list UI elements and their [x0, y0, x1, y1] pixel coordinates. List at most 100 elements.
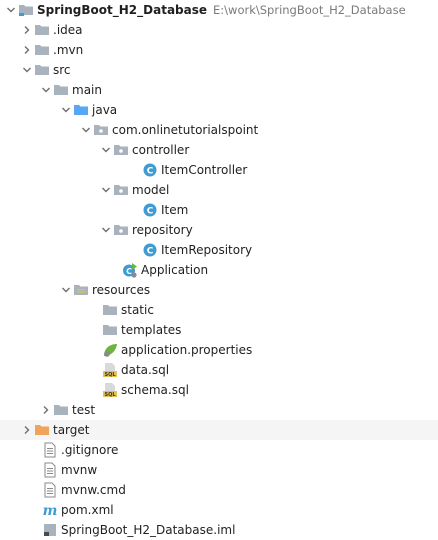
- tree-item-label: pom.xml: [61, 503, 114, 517]
- tree-item-label: ItemController: [161, 163, 248, 177]
- tree-row-templates[interactable]: templates: [0, 320, 438, 340]
- folder-icon: [102, 322, 118, 338]
- tree-row-application-properties[interactable]: application.properties: [0, 340, 438, 360]
- svg-text:C: C: [147, 247, 154, 257]
- tree-item-label: java: [92, 103, 118, 117]
- tree-row-main[interactable]: main: [0, 80, 438, 100]
- java-class-icon: C: [142, 162, 158, 178]
- tree-item-label: schema.sql: [121, 383, 189, 397]
- tree-row-target[interactable]: target: [0, 420, 438, 440]
- folder-icon: [53, 82, 69, 98]
- chevron-down-icon[interactable]: [99, 140, 113, 160]
- tree-item-label: Application: [141, 263, 209, 277]
- tree-item-label: application.properties: [121, 343, 253, 357]
- maven-icon: m: [42, 502, 58, 518]
- project-folder-icon: [18, 2, 34, 18]
- source-folder-icon: [73, 102, 89, 118]
- folder-icon: [34, 42, 50, 58]
- tree-row-java[interactable]: java: [0, 100, 438, 120]
- tree-item-label: mvnw.cmd: [61, 483, 126, 497]
- chevron-down-icon[interactable]: [4, 0, 18, 20]
- project-tree: SpringBoot_H2_Database E:\work\SpringBoo…: [0, 0, 438, 539]
- chevron-down-icon[interactable]: [79, 120, 93, 140]
- chevron-down-icon[interactable]: [20, 60, 34, 80]
- tree-item-label: ItemRepository: [161, 243, 253, 257]
- tree-row-itemcontroller[interactable]: C ItemController: [0, 160, 438, 180]
- text-file-icon: [42, 482, 58, 498]
- tree-item-label: repository: [132, 223, 193, 237]
- tree-item-label: com.onlinetutorialspoint: [112, 123, 259, 137]
- tree-item-label: mvnw: [61, 463, 98, 477]
- tree-row-iml[interactable]: SpringBoot_H2_Database.iml: [0, 520, 438, 540]
- tree-row-gitignore[interactable]: .gitignore: [0, 440, 438, 460]
- chevron-down-icon[interactable]: [59, 280, 73, 300]
- tree-row-controller[interactable]: controller: [0, 140, 438, 160]
- tree-row-src[interactable]: src: [0, 60, 438, 80]
- svg-text:C: C: [147, 207, 154, 217]
- svg-text:SQL: SQL: [104, 392, 116, 398]
- chevron-right-icon[interactable]: [39, 400, 53, 420]
- tree-item-label: target: [53, 423, 90, 437]
- tree-row-test[interactable]: test: [0, 400, 438, 420]
- tree-row-resources[interactable]: resources: [0, 280, 438, 300]
- chevron-right-icon[interactable]: [20, 420, 34, 440]
- chevron-down-icon[interactable]: [99, 180, 113, 200]
- tree-item-label: test: [72, 403, 96, 417]
- tree-item-label: .mvn: [53, 43, 84, 57]
- tree-row-model[interactable]: model: [0, 180, 438, 200]
- svg-text:C: C: [147, 167, 154, 177]
- tree-row-mvnw[interactable]: mvnw: [0, 460, 438, 480]
- chevron-right-icon[interactable]: [20, 20, 34, 40]
- sql-file-icon: SQL: [102, 382, 118, 398]
- sql-file-icon: SQL: [102, 362, 118, 378]
- chevron-right-icon[interactable]: [20, 40, 34, 60]
- folder-icon: [102, 302, 118, 318]
- tree-row-mvnw-cmd[interactable]: mvnw.cmd: [0, 480, 438, 500]
- tree-row-root[interactable]: SpringBoot_H2_Database E:\work\SpringBoo…: [0, 0, 438, 20]
- java-class-icon: C: [142, 202, 158, 218]
- tree-item-label: src: [53, 63, 71, 77]
- java-class-icon: C: [142, 242, 158, 258]
- chevron-down-icon[interactable]: [99, 220, 113, 240]
- tree-row-repository[interactable]: repository: [0, 220, 438, 240]
- root-project-path: E:\work\SpringBoot_H2_Database: [213, 3, 406, 17]
- tree-row-pom-xml[interactable]: m pom.xml: [0, 500, 438, 520]
- text-file-icon: [42, 442, 58, 458]
- tree-row-mvn[interactable]: .mvn: [0, 40, 438, 60]
- package-icon: [113, 182, 129, 198]
- root-project-name: SpringBoot_H2_Database: [37, 3, 208, 17]
- tree-item-label: templates: [121, 323, 182, 337]
- tree-item-label: data.sql: [121, 363, 170, 377]
- tree-row-package-root[interactable]: com.onlinetutorialspoint: [0, 120, 438, 140]
- tree-item-label: main: [72, 83, 102, 97]
- spring-boot-app-icon: C: [122, 262, 138, 278]
- svg-text:m: m: [43, 503, 58, 518]
- tree-row-data-sql[interactable]: SQL data.sql: [0, 360, 438, 380]
- package-icon: [113, 142, 129, 158]
- package-icon: [93, 122, 109, 138]
- tree-row-item[interactable]: C Item: [0, 200, 438, 220]
- tree-row-itemrepository[interactable]: C ItemRepository: [0, 240, 438, 260]
- folder-icon: [34, 62, 50, 78]
- excluded-folder-icon: [34, 422, 50, 438]
- svg-text:C: C: [126, 267, 132, 276]
- text-file-icon: [42, 462, 58, 478]
- chevron-down-icon[interactable]: [39, 80, 53, 100]
- tree-item-label: controller: [132, 143, 190, 157]
- tree-item-label: SpringBoot_H2_Database.iml: [61, 523, 236, 537]
- tree-item-label: .idea: [53, 23, 83, 37]
- tree-row-static[interactable]: static: [0, 300, 438, 320]
- resources-folder-icon: [73, 282, 89, 298]
- chevron-down-icon[interactable]: [59, 100, 73, 120]
- tree-item-label: model: [132, 183, 170, 197]
- svg-text:SQL: SQL: [104, 372, 116, 378]
- tree-row-idea[interactable]: .idea: [0, 20, 438, 40]
- spring-properties-icon: [102, 342, 118, 358]
- tree-item-label: static: [121, 303, 154, 317]
- tree-item-label: .gitignore: [61, 443, 119, 457]
- module-file-icon: [42, 522, 58, 538]
- tree-row-application[interactable]: C Application: [0, 260, 438, 280]
- folder-icon: [53, 402, 69, 418]
- tree-row-schema-sql[interactable]: SQL schema.sql: [0, 380, 438, 400]
- tree-item-label: resources: [92, 283, 151, 297]
